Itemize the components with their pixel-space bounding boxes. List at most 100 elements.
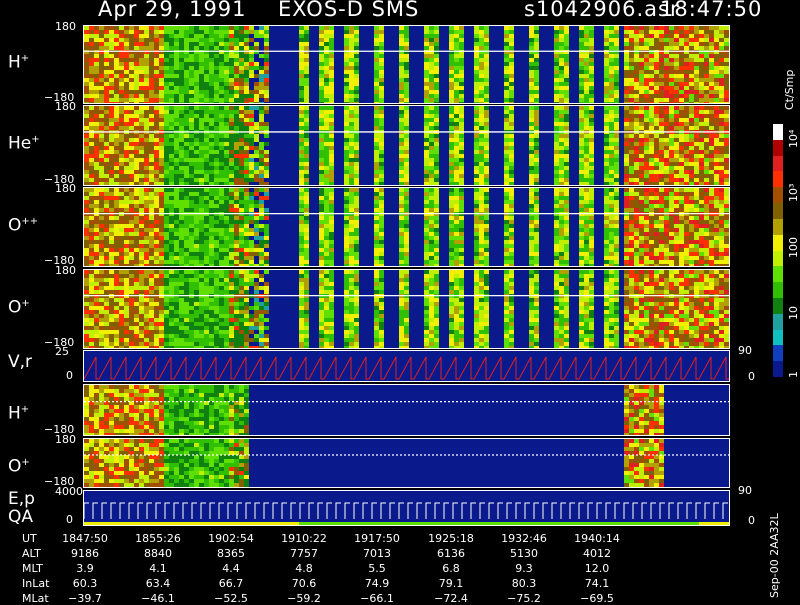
- heatmap-cell: [604, 150, 609, 154]
- heatmap-cell: [669, 118, 674, 122]
- heatmap-cell: [119, 244, 124, 248]
- heatmap-cell: [434, 102, 439, 104]
- heatmap-cell: [134, 26, 139, 30]
- heatmap-cell: [484, 166, 489, 170]
- heatmap-cell: [349, 146, 354, 150]
- heatmap-cell: [264, 86, 269, 90]
- heatmap-cell: [624, 182, 629, 186]
- heatmap-cell: [124, 228, 129, 232]
- heatmap-cell: [729, 114, 730, 118]
- heatmap-cell: [474, 208, 479, 212]
- heatmap-cell: [684, 114, 689, 118]
- heatmap-cell: [164, 98, 169, 102]
- heatmap-cell: [99, 106, 104, 110]
- heatmap-cell: [84, 78, 89, 82]
- heatmap-cell: [614, 50, 619, 54]
- heatmap-cell: [149, 224, 154, 228]
- heatmap-cell: [479, 122, 484, 126]
- heatmap-cell: [684, 166, 689, 170]
- heatmap-cell: [679, 166, 684, 170]
- heatmap-cell: [229, 256, 234, 260]
- heatmap-cell: [174, 122, 179, 126]
- heatmap-cell: [254, 42, 259, 46]
- heatmap-cell: [449, 58, 454, 62]
- heatmap-cell: [724, 42, 729, 46]
- heatmap-cell: [209, 42, 214, 46]
- heatmap-cell: [374, 200, 379, 204]
- heatmap-cell: [614, 98, 619, 102]
- heatmap-cell: [484, 54, 489, 58]
- heatmap-cell: [604, 174, 609, 178]
- heatmap-cell: [264, 62, 269, 66]
- heatmap-cell: [474, 54, 479, 58]
- heatmap-cell: [679, 158, 684, 162]
- heatmap-cell: [379, 30, 384, 34]
- heatmap-cell: [434, 30, 439, 34]
- heatmap-cell: [509, 30, 514, 34]
- heatmap-cell: [659, 158, 664, 162]
- heatmap-cell: [674, 66, 679, 70]
- heatmap-cell: [304, 240, 309, 244]
- heatmap-cell: [124, 106, 129, 110]
- heatmap-cell: [254, 50, 259, 54]
- heatmap-cell: [434, 264, 439, 267]
- heatmap-cell: [554, 126, 559, 130]
- heatmap-cell: [184, 90, 189, 94]
- heatmap-cell: [169, 46, 174, 50]
- heatmap-cell: [154, 98, 159, 102]
- heatmap-cell: [104, 252, 109, 256]
- heatmap-cell: [229, 38, 234, 42]
- heatmap-cell: [139, 90, 144, 94]
- heatmap-cell: [374, 38, 379, 42]
- heatmap-cell: [554, 166, 559, 170]
- heatmap-cell: [404, 26, 409, 30]
- heatmap-cell: [654, 94, 659, 98]
- heatmap-cell: [449, 158, 454, 162]
- heatmap-cell: [354, 170, 359, 174]
- heatmap-cell: [404, 106, 409, 110]
- heatmap-cell: [329, 228, 334, 232]
- heatmap-cell: [399, 166, 404, 170]
- heatmap-cell: [504, 228, 509, 232]
- heatmap-cell: [709, 126, 714, 130]
- heatmap-cell: [449, 82, 454, 86]
- heatmap-cell: [399, 74, 404, 78]
- heatmap-cell: [399, 134, 404, 138]
- heatmap-cell: [719, 70, 724, 74]
- heatmap-cell: [399, 70, 404, 74]
- heatmap-cell: [229, 182, 234, 186]
- heatmap-cell: [254, 126, 259, 130]
- heatmap-cell: [624, 42, 629, 46]
- heatmap-cell: [589, 126, 594, 130]
- heatmap-cell: [234, 256, 239, 260]
- heatmap-cell: [109, 188, 114, 192]
- heatmap-cell: [319, 110, 324, 114]
- heatmap-cell: [399, 244, 404, 248]
- heatmap-cell: [264, 50, 269, 54]
- heatmap-cell: [404, 256, 409, 260]
- heatmap-cell: [454, 106, 459, 110]
- heatmap-cell: [259, 252, 264, 256]
- heatmap-cell: [249, 142, 254, 146]
- heatmap-cell: [479, 154, 484, 158]
- heatmap-cell: [209, 50, 214, 54]
- heatmap-cell: [684, 154, 689, 158]
- heatmap-cell: [319, 158, 324, 162]
- heatmap-cell: [684, 146, 689, 150]
- heatmap-cell: [644, 102, 649, 104]
- heatmap-cell: [454, 114, 459, 118]
- heatmap-cell: [729, 130, 730, 134]
- heatmap-cell: [189, 46, 194, 50]
- heatmap-cell: [109, 78, 114, 82]
- heatmap-cell: [579, 82, 584, 86]
- heatmap-cell: [709, 106, 714, 110]
- heatmap-cell: [189, 252, 194, 256]
- heatmap-cell: [194, 126, 199, 130]
- heatmap-cell: [354, 142, 359, 146]
- heatmap-cell: [154, 82, 159, 86]
- heatmap-cell: [304, 86, 309, 90]
- heatmap-cell: [649, 142, 654, 146]
- heatmap-cell: [679, 118, 684, 122]
- heatmap-cell: [234, 74, 239, 78]
- heatmap-cell: [204, 170, 209, 174]
